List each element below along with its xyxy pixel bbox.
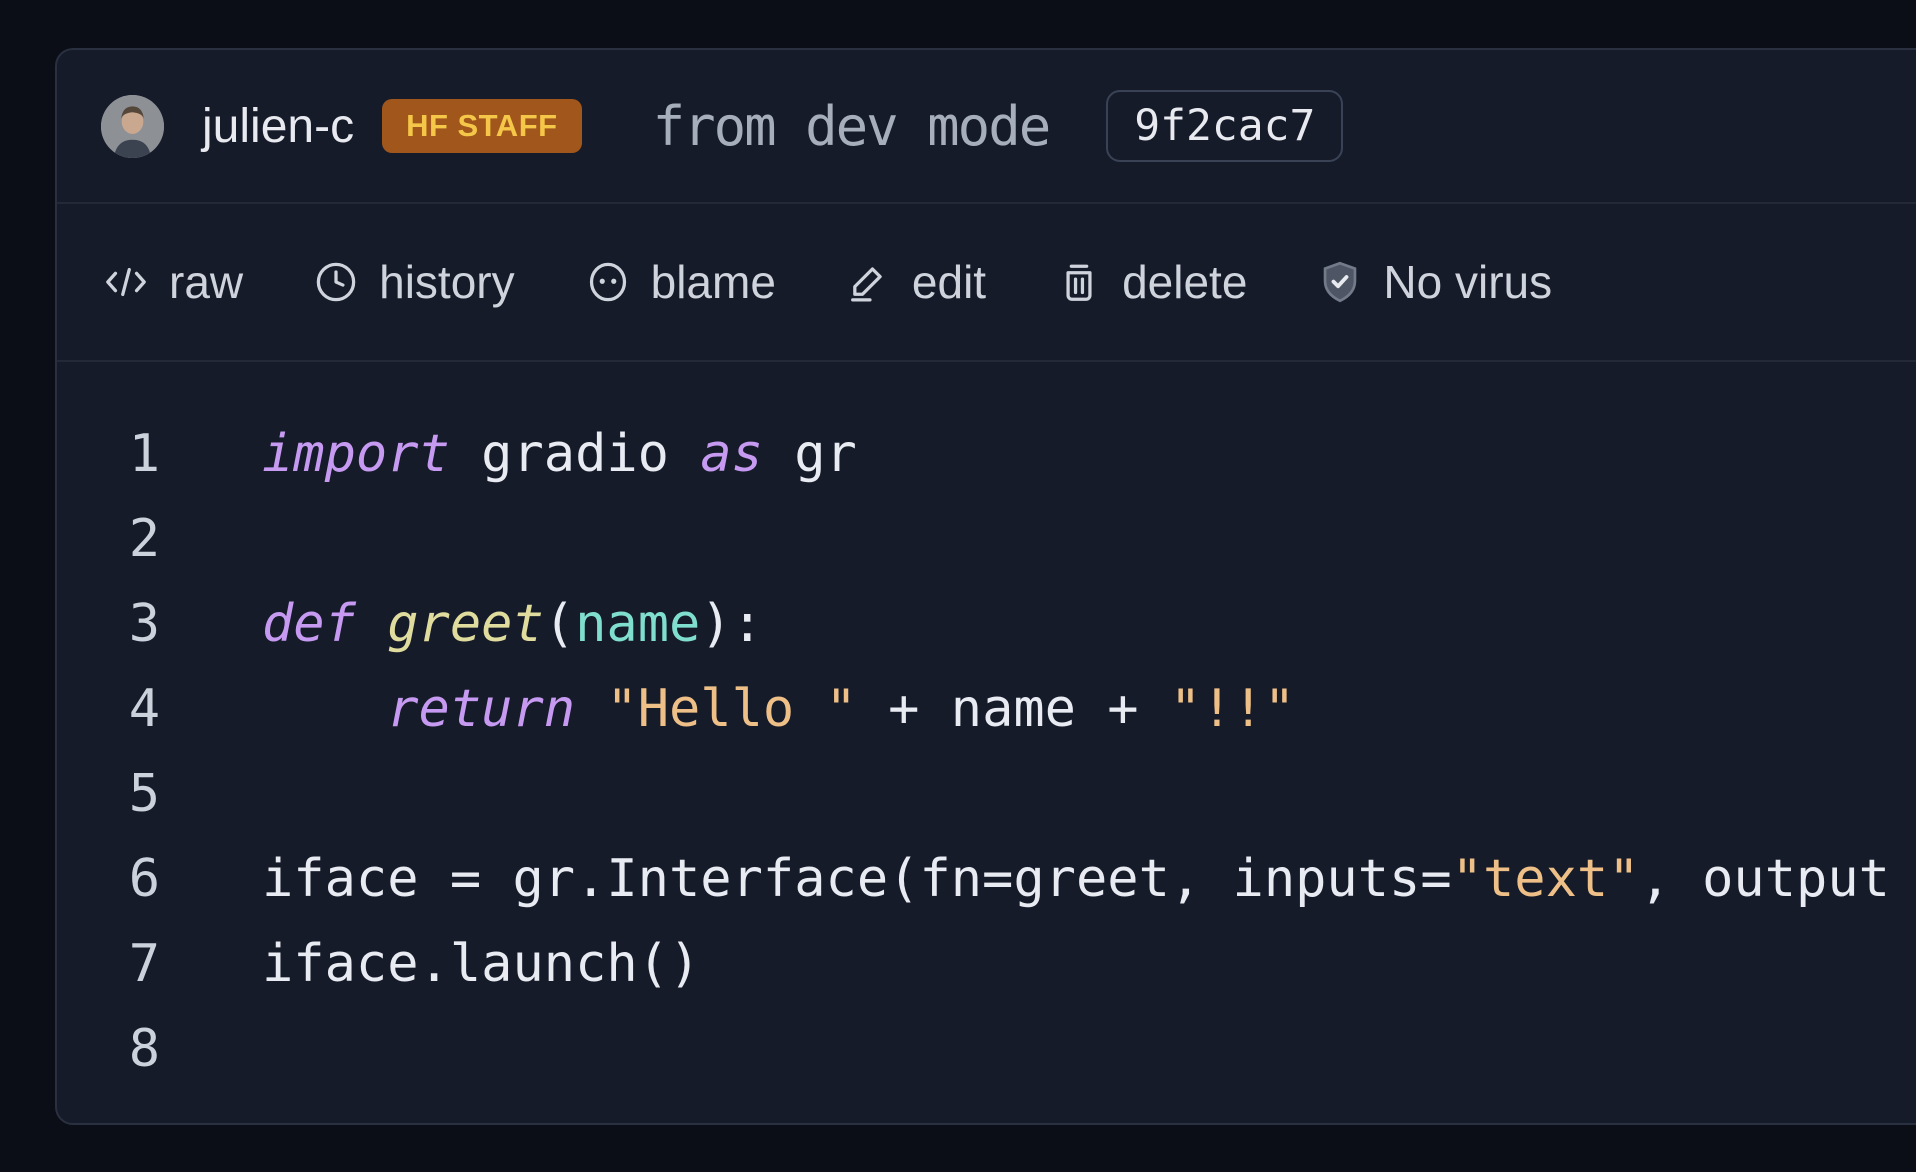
history-label: history <box>379 255 514 309</box>
virus-scan-status[interactable]: No virus <box>1317 255 1552 309</box>
code-line: 8 <box>57 1007 1916 1092</box>
trash-icon <box>1056 259 1102 305</box>
pencil-icon <box>846 259 892 305</box>
edit-button[interactable]: edit <box>846 255 986 309</box>
code-line: 2 <box>57 497 1916 582</box>
blame-button[interactable]: blame <box>585 255 776 309</box>
line-number[interactable]: 5 <box>57 752 160 837</box>
code-text: iface.launch() <box>262 922 700 1007</box>
code-line: 1 import gradio as gr <box>57 412 1916 497</box>
delete-button[interactable]: delete <box>1056 255 1247 309</box>
history-button[interactable]: history <box>313 255 514 309</box>
code-text: return "Hello " + name + "!!" <box>262 667 1295 752</box>
line-number[interactable]: 3 <box>57 582 160 667</box>
avatar[interactable] <box>101 95 164 158</box>
commit-message[interactable]: from dev mode <box>653 95 1050 158</box>
clock-icon <box>313 259 359 305</box>
code-text: iface = gr.Interface(fn=greet, inputs="t… <box>262 837 1890 922</box>
smiley-icon <box>585 259 631 305</box>
username[interactable]: julien-c <box>202 99 354 154</box>
line-number[interactable]: 8 <box>57 1007 160 1092</box>
edit-label: edit <box>912 255 986 309</box>
code-line: 5 <box>57 752 1916 837</box>
file-viewer-card: julien-c HF STAFF from dev mode 9f2cac7 … <box>55 48 1916 1125</box>
code-viewer: 1 import gradio as gr 23 def greet(name):4 … <box>57 362 1916 1092</box>
line-number[interactable]: 2 <box>57 497 160 582</box>
code-lines: 1 import gradio as gr 23 def greet(name):4 … <box>57 412 1916 1092</box>
shield-check-icon <box>1317 259 1363 305</box>
blame-label: blame <box>651 255 776 309</box>
raw-label: raw <box>169 255 243 309</box>
avatar-portrait <box>101 95 164 158</box>
code-line: 3 def greet(name): <box>57 582 1916 667</box>
code-icon <box>103 259 149 305</box>
file-toolbar: raw history blame edit <box>57 204 1916 362</box>
raw-button[interactable]: raw <box>103 255 243 309</box>
commit-header: julien-c HF STAFF from dev mode 9f2cac7 <box>57 50 1916 204</box>
virus-scan-label: No virus <box>1383 255 1552 309</box>
code-text: def greet(name): <box>262 582 763 667</box>
delete-label: delete <box>1122 255 1247 309</box>
line-number[interactable]: 4 <box>57 667 160 752</box>
code-line: 4 return "Hello " + name + "!!" <box>57 667 1916 752</box>
line-number[interactable]: 1 <box>57 412 160 497</box>
hf-staff-badge: HF STAFF <box>382 99 582 153</box>
code-text: import gradio as gr <box>262 412 857 497</box>
line-number[interactable]: 7 <box>57 922 160 1007</box>
commit-hash[interactable]: 9f2cac7 <box>1106 90 1343 162</box>
code-line: 7 iface.launch() <box>57 922 1916 1007</box>
code-line: 6 iface = gr.Interface(fn=greet, inputs="… <box>57 837 1916 922</box>
line-number[interactable]: 6 <box>57 837 160 922</box>
